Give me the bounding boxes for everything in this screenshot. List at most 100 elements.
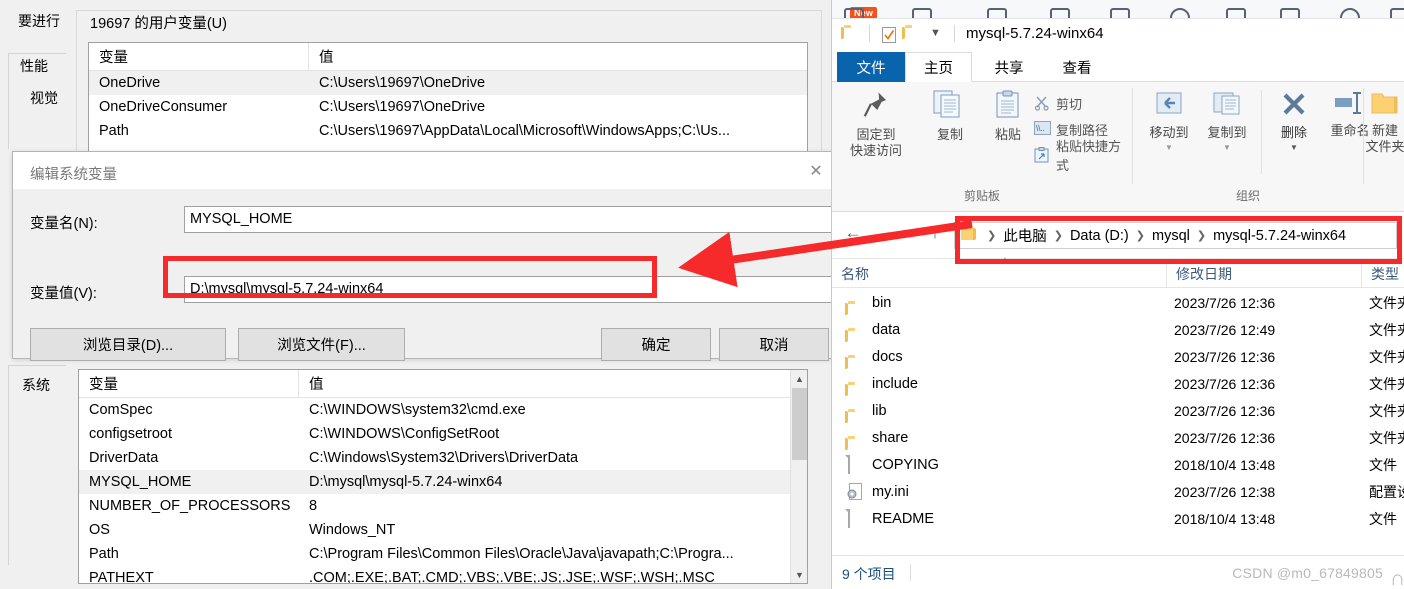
- column-header-value[interactable]: 值: [299, 370, 807, 397]
- table-row[interactable]: ComSpec C:\WINDOWS\system32\cmd.exe: [79, 398, 807, 422]
- cut-button[interactable]: 剪切: [1034, 92, 1082, 114]
- column-header-name[interactable]: 名称 ▲: [832, 255, 1167, 288]
- breadcrumb-separator: ❯: [1053, 230, 1063, 242]
- table-row[interactable]: OneDriveConsumer C:\Users\19697\OneDrive: [89, 95, 807, 119]
- scrollbar-thumb[interactable]: [792, 388, 807, 460]
- list-item[interactable]: docs 2023/7/26 12:36 文件夹: [832, 343, 1404, 370]
- column-header-variable[interactable]: 变量: [89, 43, 309, 70]
- list-item[interactable]: bin 2023/7/26 12:36 文件夹: [832, 289, 1404, 316]
- pin-to-quick-access-label: 固定到 快速访问: [849, 127, 902, 158]
- toolbar-icon-3: [1050, 8, 1070, 18]
- column-header-type[interactable]: 类型: [1362, 259, 1404, 288]
- arrow-up-icon[interactable]: ↑: [924, 222, 946, 244]
- chevron-down-icon[interactable]: ▼: [1139, 140, 1199, 155]
- move-to-button[interactable]: 移动到 ▼: [1139, 90, 1199, 155]
- ribbon-tabs: 文件 主页 共享 查看: [832, 52, 1404, 82]
- file-type: 文件夹: [1369, 348, 1404, 365]
- file-date: 2018/10/4 13:48: [1174, 510, 1276, 527]
- copy-label: 复制: [936, 127, 963, 142]
- cell-value: C:\Users\19697\OneDrive: [319, 75, 486, 91]
- file-list-column-headers: 名称 ▲ 修改日期 类型: [832, 255, 1404, 288]
- breadcrumb-this-pc[interactable]: 此电脑: [1003, 225, 1047, 246]
- breadcrumb-data-d[interactable]: Data (D:): [1070, 228, 1129, 244]
- table-row[interactable]: Path C:\Users\19697\AppData\Local\Micros…: [89, 119, 807, 143]
- table-row[interactable]: OneDrive C:\Users\19697\OneDrive: [89, 71, 807, 95]
- cancel-button[interactable]: 取消: [719, 328, 829, 361]
- new-folder-label: 新建 文件夹: [1365, 123, 1404, 154]
- column-header-variable[interactable]: 变量: [79, 370, 299, 397]
- breadcrumb-mysql[interactable]: mysql: [1152, 228, 1190, 244]
- variable-name-input[interactable]: MYSQL_HOME: [184, 206, 831, 233]
- variable-value-input[interactable]: D:\mysql\mysql-5.7.24-winx64: [184, 276, 831, 303]
- browse-file-button[interactable]: 浏览文件(F)...: [238, 328, 405, 361]
- toolbar-icon-7: [1280, 8, 1300, 18]
- close-icon[interactable]: ✕: [795, 152, 831, 190]
- table-row[interactable]: NUMBER_OF_PROCESSORS 8: [79, 494, 807, 518]
- table-row[interactable]: DriverData C:\Windows\System32\Drivers\D…: [79, 446, 807, 470]
- table-row[interactable]: Path C:\Program Files\Common Files\Oracl…: [79, 542, 807, 566]
- chevron-down-icon[interactable]: ▼: [1197, 140, 1257, 155]
- file-type: 文件夹: [1369, 429, 1404, 446]
- cell-variable: OneDrive: [99, 75, 161, 91]
- system-variables-table[interactable]: 变量 值 ComSpec C:\WINDOWS\system32\cmd.exe…: [78, 369, 808, 584]
- table-row[interactable]: PATHEXT .COM;.EXE;.BAT;.CMD;.VBS;.VBE;.J…: [79, 566, 807, 583]
- ribbon-group-clipboard: 固定到 快速访问 复制 粘贴 剪切 \\.. 复制路径 粘贴快捷方式 剪贴板: [832, 84, 1132, 206]
- column-header-value[interactable]: 值: [309, 43, 807, 70]
- paste-button[interactable]: 粘贴: [976, 90, 1040, 142]
- chevron-down-icon[interactable]: ▼: [930, 27, 941, 39]
- browse-directory-button[interactable]: 浏览目录(D)...: [30, 328, 226, 361]
- vertical-scrollbar[interactable]: ▲ ▼: [790, 370, 807, 583]
- rename-icon: [1335, 92, 1361, 114]
- tab-file[interactable]: 文件: [837, 52, 905, 82]
- scroll-down-icon[interactable]: ▼: [791, 566, 807, 583]
- file-name: docs: [872, 348, 903, 365]
- watermark-logo: ∩: [1389, 566, 1404, 589]
- new-folder-button[interactable]: 新建 文件夹: [1364, 90, 1404, 155]
- tab-home[interactable]: 主页: [905, 52, 972, 82]
- table-row-mysql-home[interactable]: MYSQL_HOME D:\mysql\mysql-5.7.24-winx64: [79, 470, 807, 494]
- list-item[interactable]: share 2023/7/26 12:36 文件夹: [832, 424, 1404, 451]
- pin-to-quick-access-button[interactable]: 固定到 快速访问: [844, 90, 908, 159]
- column-header-date[interactable]: 修改日期: [1167, 259, 1362, 288]
- file-type: 文件夹: [1369, 321, 1404, 338]
- file-date: 2018/10/4 13:48: [1174, 456, 1276, 473]
- list-item[interactable]: include 2023/7/26 12:36 文件夹: [832, 370, 1404, 397]
- breadcrumb-current-folder[interactable]: mysql-5.7.24-winx64: [1213, 228, 1346, 244]
- quickaccess-separator: [869, 25, 870, 42]
- ini-file-icon: [847, 483, 863, 505]
- cell-variable: DriverData: [89, 450, 159, 466]
- ok-button[interactable]: 确定: [601, 328, 711, 361]
- ribbon-subseparator: [1261, 90, 1262, 174]
- list-item[interactable]: data 2023/7/26 12:49 文件夹: [832, 316, 1404, 343]
- cell-variable: configsetroot: [89, 426, 173, 442]
- toolbar-icon-2: [987, 8, 1007, 18]
- file-type: 文件: [1369, 510, 1397, 527]
- table-row[interactable]: OS Windows_NT: [79, 518, 807, 542]
- stub-label-0: 要进行: [18, 13, 60, 29]
- list-item[interactable]: COPYING 2018/10/4 13:48 文件: [832, 451, 1404, 478]
- list-item[interactable]: my.ini 2023/7/26 12:38 配置设: [832, 478, 1404, 505]
- table-header-row: 变量 值: [79, 370, 807, 398]
- file-date: 2023/7/26 12:36: [1174, 348, 1276, 365]
- title-separator: [954, 25, 955, 42]
- list-item[interactable]: lib 2023/7/26 12:36 文件夹: [832, 397, 1404, 424]
- chevron-down-icon[interactable]: ▼: [902, 226, 918, 242]
- scroll-up-icon[interactable]: ▲: [791, 370, 807, 387]
- copy-to-button[interactable]: 复制到 ▼: [1197, 90, 1257, 155]
- chevron-down-icon[interactable]: ▼: [1267, 140, 1321, 155]
- toolbar-icon-1: [912, 8, 932, 18]
- user-variables-group-label: 19697 的用户变量(U): [86, 12, 231, 33]
- paste-shortcut-button[interactable]: 粘贴快捷方式: [1034, 139, 1132, 173]
- toolbar-icon-5: [1170, 8, 1190, 18]
- tab-view[interactable]: 查看: [1045, 52, 1109, 82]
- tab-share[interactable]: 共享: [977, 52, 1041, 82]
- list-item[interactable]: README 2018/10/4 13:48 文件: [832, 505, 1404, 532]
- file-list[interactable]: bin 2023/7/26 12:36 文件夹 data 2023/7/26 1…: [832, 289, 1404, 555]
- cell-variable: Path: [99, 123, 129, 139]
- properties-icon[interactable]: [882, 27, 896, 48]
- address-bar[interactable]: ❯ 此电脑 ❯ Data (D:) ❯ mysql ❯ mysql-5.7.24…: [954, 222, 1397, 249]
- copy-button[interactable]: 复制: [918, 90, 982, 142]
- table-row[interactable]: configsetroot C:\WINDOWS\ConfigSetRoot: [79, 422, 807, 446]
- arrow-left-icon[interactable]: ←: [842, 222, 864, 244]
- delete-button[interactable]: 删除 ▼: [1267, 90, 1321, 155]
